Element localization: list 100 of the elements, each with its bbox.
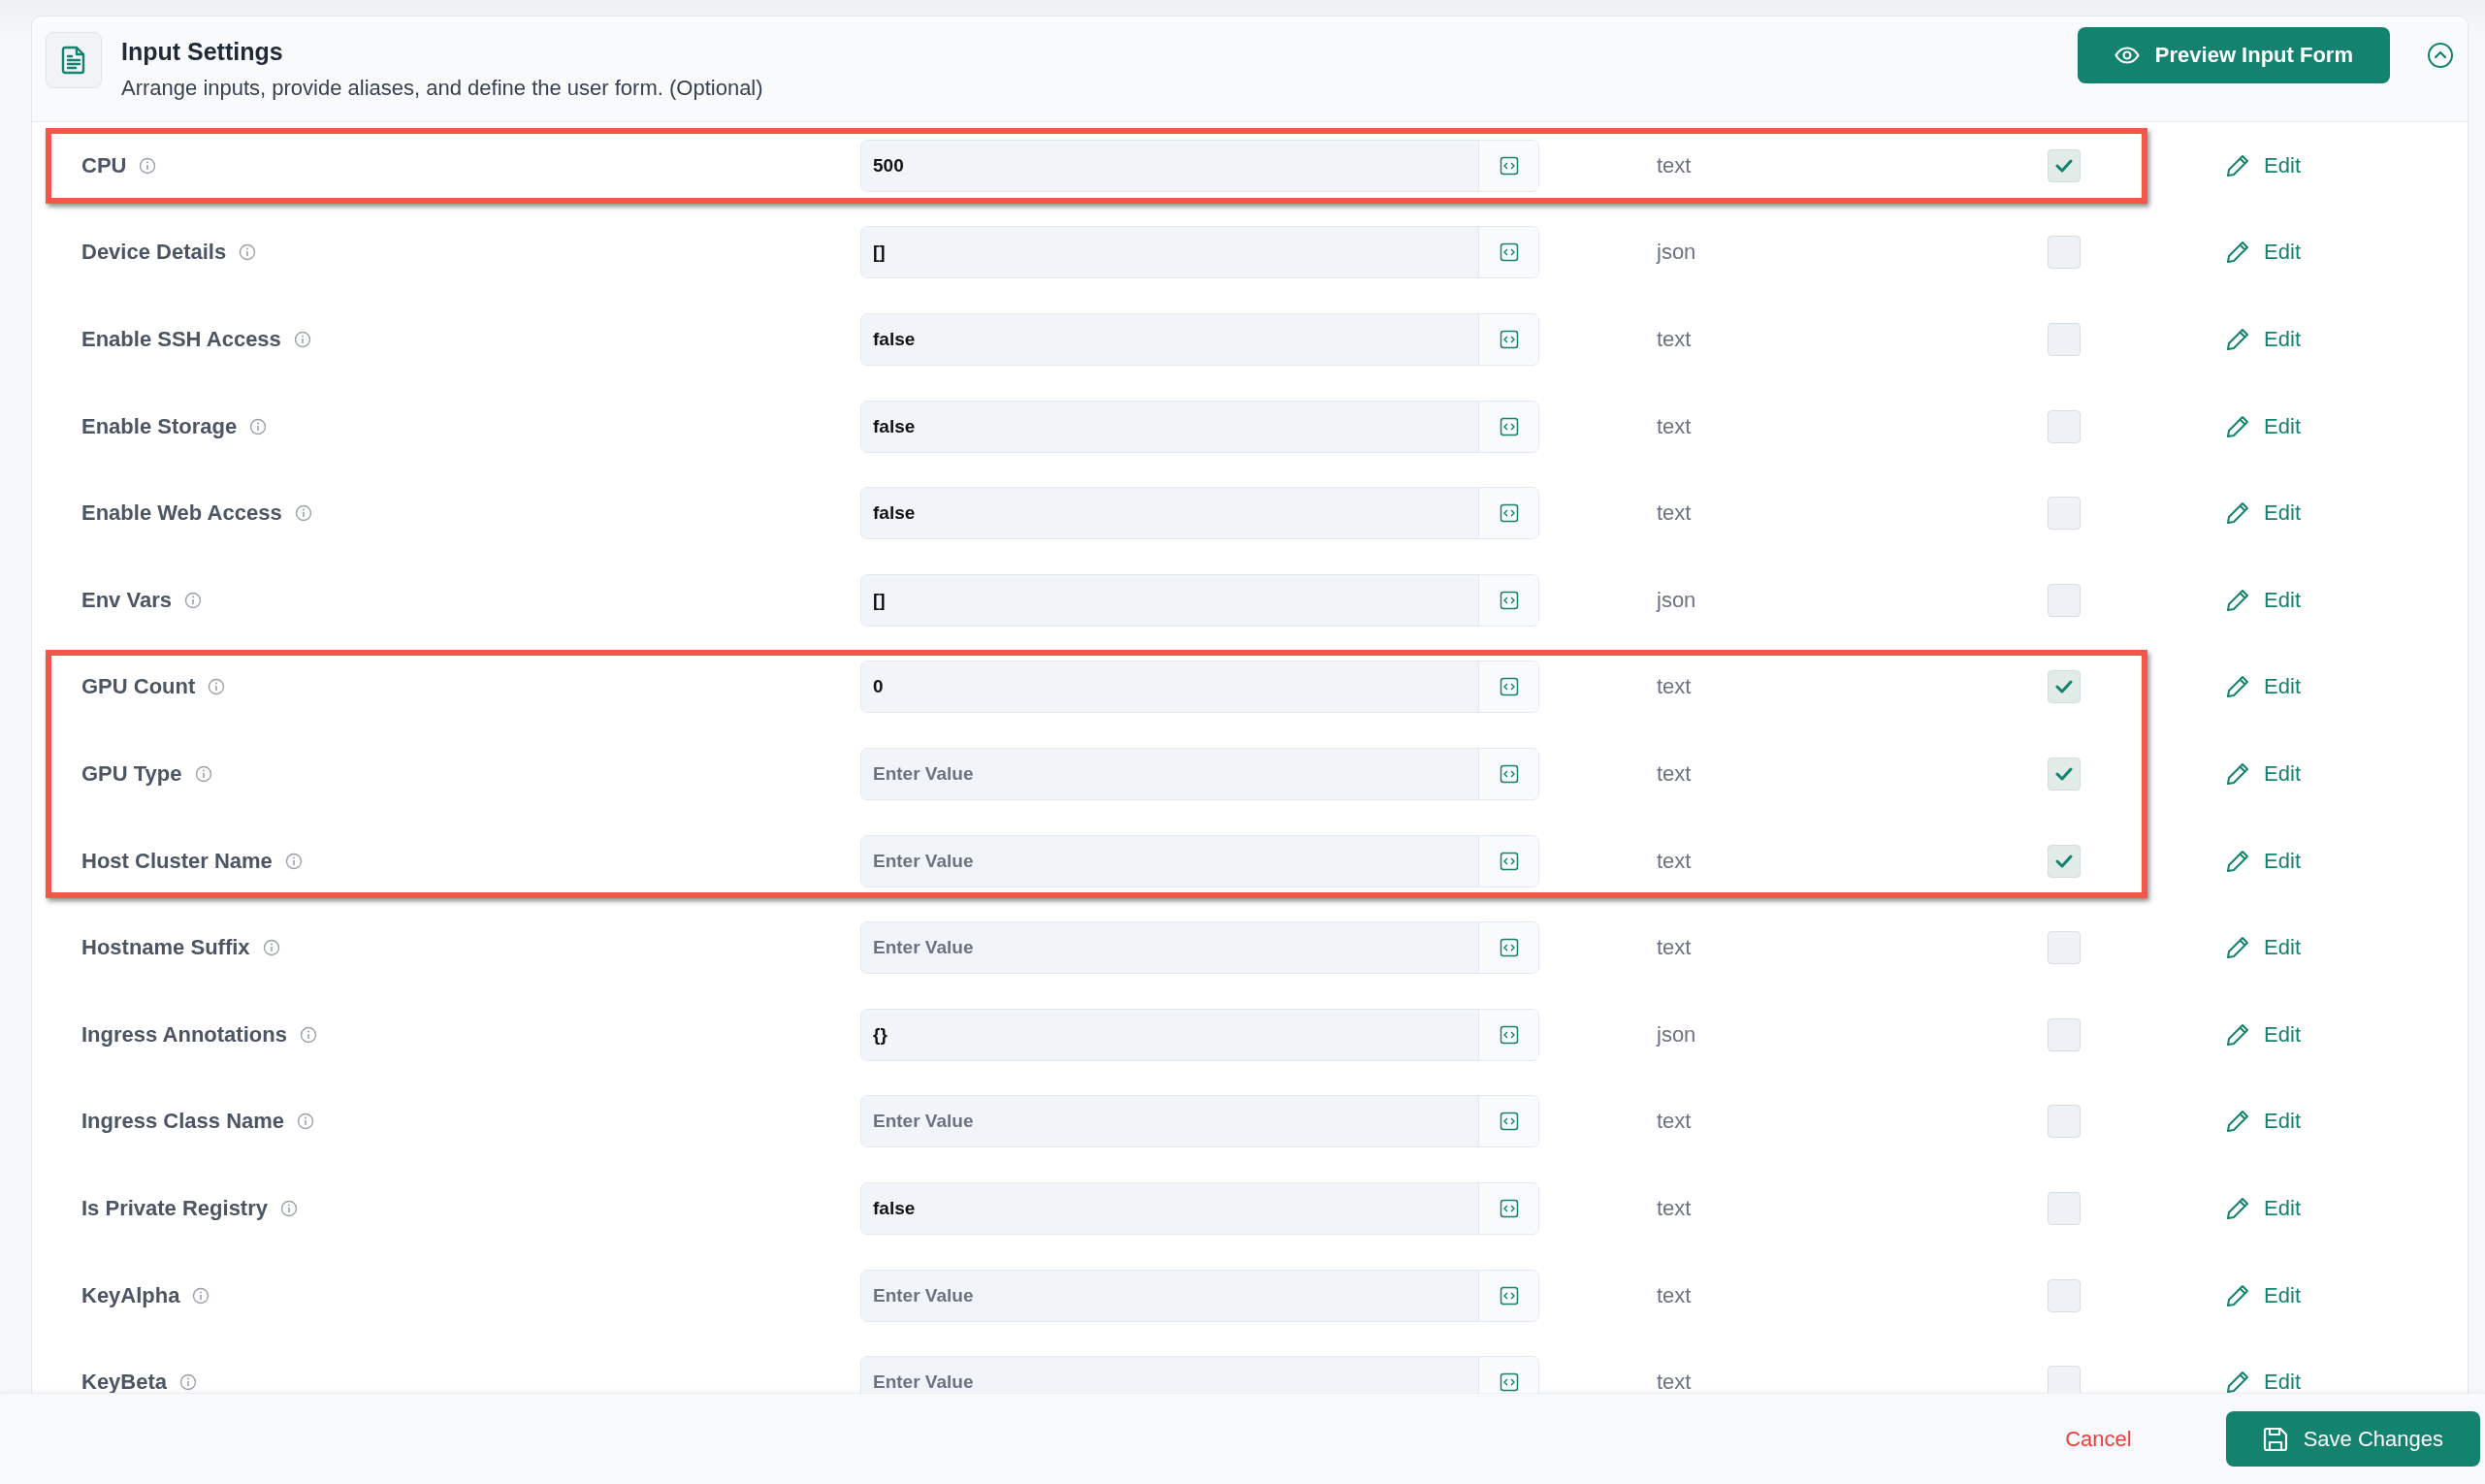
info-icon[interactable] [280, 1199, 298, 1217]
edit-button[interactable]: Edit [2225, 1195, 2301, 1221]
edit-button[interactable]: Edit [2225, 1370, 2301, 1393]
info-icon[interactable] [239, 243, 257, 262]
save-changes-button[interactable]: Save Changes [2225, 1411, 2480, 1467]
pencil-icon [2225, 1109, 2251, 1135]
type-text: text [1657, 152, 1693, 178]
checkbox[interactable] [2048, 670, 2081, 704]
checkbox[interactable] [2048, 323, 2081, 356]
pencil-icon [2225, 1282, 2251, 1308]
save-icon [2262, 1426, 2288, 1452]
pencil-icon [2225, 152, 2251, 178]
info-icon[interactable] [297, 1113, 315, 1131]
section-title: Input Settings [121, 37, 284, 66]
input-label: KeyAlpha [81, 1282, 180, 1308]
checkbox[interactable] [2048, 1017, 2081, 1051]
check-icon [2055, 766, 2073, 781]
info-icon[interactable] [284, 852, 303, 870]
input-label: Is Private Registry [81, 1195, 268, 1221]
collapse-icon[interactable] [2427, 42, 2454, 69]
input-label: Enable Web Access [81, 500, 282, 527]
type-text: text [1657, 1370, 1693, 1393]
edit-button[interactable]: Edit [2225, 413, 2301, 439]
type-text: text [1657, 1109, 1693, 1135]
input-label: Ingress Class Name [81, 1109, 285, 1135]
preview-input-form-button[interactable]: Preview Input Form [2077, 27, 2390, 83]
edit-button[interactable]: Edit [2225, 935, 2301, 961]
info-icon[interactable] [208, 678, 226, 696]
info-icon[interactable] [183, 591, 202, 609]
info-icon[interactable] [293, 331, 311, 348]
checkbox[interactable] [2048, 1191, 2081, 1225]
pencil-icon [2225, 587, 2251, 613]
type-text: text [1657, 500, 1693, 527]
pencil-icon [2225, 760, 2251, 787]
input-label: Ingress Annotations [81, 1021, 287, 1048]
edit-button[interactable]: Edit [2225, 240, 2301, 266]
section-subtitle: Arrange inputs, provide aliases, and define the user form. (Optional) [121, 75, 764, 101]
checkbox[interactable] [2048, 236, 2081, 270]
checkbox[interactable] [2048, 148, 2081, 182]
info-icon[interactable] [294, 504, 312, 523]
pencil-icon [2225, 1195, 2251, 1221]
input-label: Env Vars [81, 587, 172, 613]
info-icon[interactable] [262, 939, 280, 957]
input-label: Enable SSH Access [81, 327, 281, 352]
check-icon [2055, 854, 2073, 868]
pencil-icon [2225, 240, 2251, 266]
type-text: json [1657, 1021, 1697, 1048]
type-text: json [1657, 240, 1697, 266]
cancel-button[interactable]: Cancel [2059, 1425, 2138, 1453]
edit-button[interactable]: Edit [2225, 587, 2301, 613]
input-label: Host Cluster Name [81, 848, 273, 874]
checkbox[interactable] [2048, 497, 2081, 531]
type-text: text [1657, 1195, 1693, 1221]
pencil-icon [2225, 327, 2251, 352]
edit-button[interactable]: Edit [2225, 674, 2301, 700]
type-text: text [1657, 935, 1693, 961]
checkbox[interactable] [2048, 1278, 2081, 1312]
info-icon[interactable] [249, 417, 268, 436]
input-label: Enable Storage [81, 413, 238, 439]
pencil-icon [2225, 500, 2251, 527]
document-icon [46, 32, 102, 88]
input-label: Hostname Suffix [81, 935, 250, 961]
info-icon[interactable] [139, 156, 157, 175]
input-label: GPU Count [81, 674, 196, 700]
input-label: CPU [81, 152, 127, 178]
type-text: text [1657, 327, 1693, 352]
pencil-icon [2225, 1021, 2251, 1048]
type-text: text [1657, 674, 1693, 700]
edit-button[interactable]: Edit [2225, 760, 2301, 787]
type-text: text [1657, 760, 1693, 787]
type-text: json [1657, 587, 1697, 613]
edit-button[interactable]: Edit [2225, 327, 2301, 352]
pencil-icon [2225, 674, 2251, 700]
checkbox[interactable] [2048, 931, 2081, 965]
input-label: GPU Type [81, 760, 182, 787]
edit-button[interactable]: Edit [2225, 152, 2301, 178]
checkbox[interactable] [2048, 1366, 2081, 1393]
pencil-icon [2225, 1370, 2251, 1393]
checkbox[interactable] [2048, 409, 2081, 443]
type-text: text [1657, 1282, 1693, 1308]
edit-button[interactable]: Edit [2225, 1021, 2301, 1048]
eye-icon [2114, 47, 2140, 64]
pencil-icon [2225, 848, 2251, 874]
checkbox[interactable] [2048, 757, 2081, 790]
type-text: text [1657, 848, 1693, 874]
pencil-icon [2225, 935, 2251, 961]
check-icon [2055, 158, 2073, 173]
input-label: KeyBeta [81, 1370, 168, 1393]
info-icon[interactable] [194, 764, 212, 783]
edit-button[interactable]: Edit [2225, 848, 2301, 874]
checkbox[interactable] [2048, 1105, 2081, 1139]
edit-button[interactable]: Edit [2225, 500, 2301, 527]
checkbox[interactable] [2048, 583, 2081, 617]
edit-button[interactable]: Edit [2225, 1109, 2301, 1135]
info-icon[interactable] [179, 1373, 198, 1392]
check-icon [2055, 680, 2073, 694]
info-icon[interactable] [192, 1286, 210, 1305]
info-icon[interactable] [299, 1025, 317, 1044]
checkbox[interactable] [2048, 844, 2081, 878]
edit-button[interactable]: Edit [2225, 1282, 2301, 1308]
